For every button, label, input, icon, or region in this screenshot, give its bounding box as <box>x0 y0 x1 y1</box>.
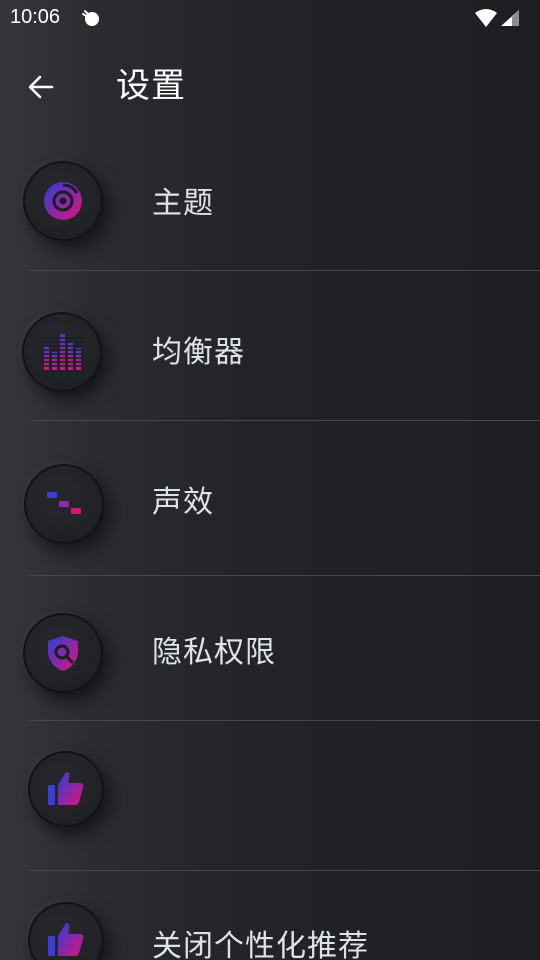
settings-screen: 10:06 设置 主题 均衡器 声效 隐私权限 关闭个性化推荐 <box>0 0 540 960</box>
thumbs-up-icon <box>48 772 84 805</box>
status-bar: 10:06 <box>0 0 540 36</box>
settings-item-sound-effects[interactable]: 声效 <box>0 421 540 575</box>
settings-item-theme[interactable]: 主题 <box>0 128 540 270</box>
icon-button-personalized-recommendations <box>28 902 104 960</box>
icon-button-like <box>28 751 104 827</box>
settings-item-label: 隐私权限 <box>152 635 276 670</box>
settings-item-label: 主题 <box>152 186 214 221</box>
settings-item-privacy[interactable]: 隐私权限 <box>0 576 540 720</box>
page-title: 设置 <box>116 66 186 106</box>
settings-item-equalizer[interactable]: 均衡器 <box>0 271 540 420</box>
wifi-icon <box>474 8 498 28</box>
settings-item-label: 关闭个性化推荐 <box>152 929 369 960</box>
app-bar: 设置 <box>0 50 540 126</box>
icon-button-privacy <box>23 613 103 693</box>
icon-button-equalizer <box>22 312 102 392</box>
android-debug-icon <box>80 8 102 28</box>
status-time: 10:06 <box>10 6 61 28</box>
arrow-left-icon <box>28 75 54 99</box>
equalizer-bars-icon <box>42 334 82 370</box>
settings-item-label: 均衡器 <box>152 335 245 370</box>
theme-disc-icon <box>44 182 82 220</box>
sliders-icon <box>47 485 81 523</box>
icon-button-theme <box>23 161 103 241</box>
back-button[interactable] <box>18 64 64 110</box>
settings-item-like[interactable] <box>0 721 540 870</box>
signal-icon <box>500 9 520 27</box>
privacy-shield-icon <box>48 636 78 671</box>
settings-item-personalized-recommendations[interactable]: 关闭个性化推荐 <box>0 871 540 960</box>
thumbs-up-icon <box>48 923 84 956</box>
settings-item-label: 声效 <box>152 485 214 520</box>
icon-button-sound-effects <box>24 464 104 544</box>
